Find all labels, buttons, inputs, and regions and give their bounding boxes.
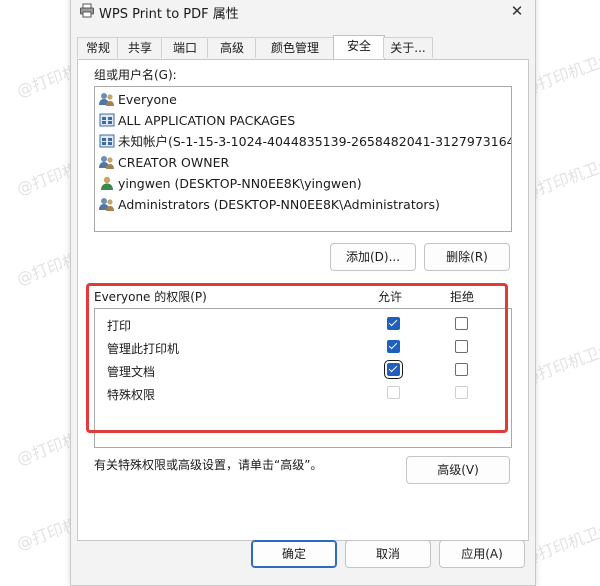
group-icon: [99, 154, 115, 170]
tab-ports[interactable]: 端口: [161, 37, 209, 58]
unknown-account-icon: [99, 133, 115, 149]
allow-checkbox[interactable]: [384, 360, 403, 379]
tab-advanced[interactable]: 高级: [207, 37, 257, 58]
permissions-label: Everyone 的权限(P): [94, 290, 207, 304]
printer-icon: [79, 3, 95, 19]
user-list[interactable]: Everyone ALL APPLICATION PACKAGES 未知帐户(S…: [94, 86, 512, 232]
list-item[interactable]: CREATOR OWNER: [99, 153, 509, 173]
permission-name: 特殊权限: [107, 388, 156, 402]
permission-row: 特殊权限: [107, 384, 507, 404]
permission-row: 管理此打印机: [107, 338, 507, 358]
list-item[interactable]: Everyone: [99, 90, 509, 110]
remove-button[interactable]: 删除(R): [424, 243, 510, 271]
user-name: CREATOR OWNER: [118, 155, 230, 170]
permissions-list: 打印 管理此打印机 管理文档 特殊权限: [94, 308, 512, 448]
group-users-label: 组或用户名(G):: [94, 68, 177, 82]
group-icon: [99, 196, 115, 212]
advanced-button[interactable]: 高级(V): [406, 456, 510, 484]
deny-checkbox[interactable]: [455, 317, 468, 330]
cancel-button[interactable]: 取消: [345, 540, 431, 568]
allow-checkbox: [387, 386, 400, 399]
permission-row: 打印: [107, 315, 507, 335]
properties-dialog: WPS Print to PDF 属性 ✕ 常规 共享 端口 高级 颜色管理 安…: [70, 0, 536, 586]
title-bar: WPS Print to PDF 属性 ✕: [71, 1, 535, 27]
group-icon: [99, 91, 115, 107]
security-panel: 组或用户名(G): Everyone ALL APPLICATION PACKA…: [77, 59, 529, 541]
list-item[interactable]: 未知帐户(S-1-15-3-1024-4044835139-2658482041…: [99, 132, 512, 152]
user-name: Everyone: [118, 92, 177, 107]
desktop-background: [0, 0, 70, 578]
add-button[interactable]: 添加(D)...: [330, 243, 416, 271]
ok-button[interactable]: 确定: [251, 540, 337, 568]
tab-about[interactable]: 关于...: [383, 37, 433, 58]
window-title: WPS Print to PDF 属性: [99, 7, 239, 22]
user-name: Administrators (DESKTOP-NN0EE8K\Administ…: [118, 197, 440, 212]
deny-checkbox[interactable]: [455, 340, 468, 353]
permission-name: 打印: [107, 319, 132, 333]
deny-checkbox[interactable]: [455, 363, 468, 376]
tab-security[interactable]: 安全: [333, 35, 385, 59]
allow-checkbox[interactable]: [387, 340, 400, 353]
tab-color-management[interactable]: 颜色管理: [255, 37, 335, 58]
allow-header: 允许: [378, 290, 403, 304]
list-item[interactable]: Administrators (DESKTOP-NN0EE8K\Administ…: [99, 195, 509, 215]
user-name: 未知帐户(S-1-15-3-1024-4044835139-2658482041…: [118, 134, 512, 149]
deny-header: 拒绝: [450, 290, 475, 304]
permission-name: 管理此打印机: [107, 342, 180, 356]
allow-checkbox[interactable]: [387, 317, 400, 330]
permission-name: 管理文档: [107, 365, 156, 379]
user-icon: [99, 175, 115, 191]
permission-row: 管理文档: [107, 360, 507, 381]
deny-checkbox: [455, 386, 468, 399]
tab-sharing[interactable]: 共享: [117, 37, 163, 58]
list-item[interactable]: ALL APPLICATION PACKAGES: [99, 111, 509, 131]
tab-general[interactable]: 常规: [77, 37, 119, 58]
packages-icon: [99, 112, 115, 128]
user-name: ALL APPLICATION PACKAGES: [118, 113, 296, 128]
advanced-hint: 有关特殊权限或高级设置，请单击“高级”。: [94, 458, 323, 472]
close-icon[interactable]: ✕: [507, 1, 527, 21]
list-item[interactable]: yingwen (DESKTOP-NN0EE8K\yingwen): [99, 174, 509, 194]
user-name: yingwen (DESKTOP-NN0EE8K\yingwen): [118, 176, 362, 191]
apply-button[interactable]: 应用(A): [439, 540, 525, 568]
